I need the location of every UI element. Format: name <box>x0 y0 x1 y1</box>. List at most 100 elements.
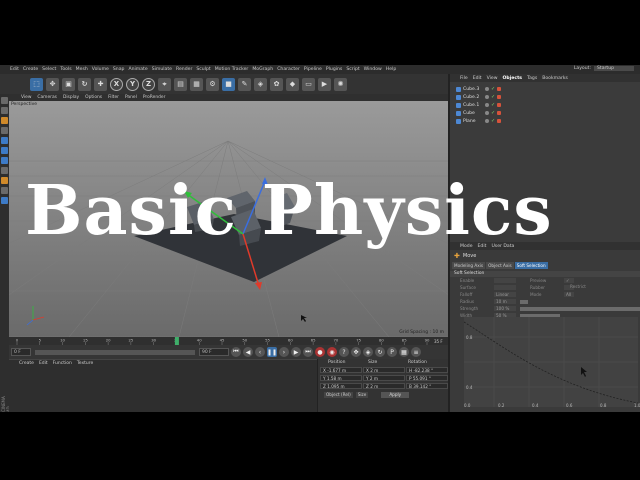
render-settings-icon[interactable]: ⚙ <box>206 77 219 91</box>
start-frame-field[interactable]: 0 F <box>11 348 31 356</box>
object-menu-view[interactable]: View <box>487 76 498 81</box>
falloff-graph[interactable]: 0.0 0.2 0.4 0.6 0.8 1.0 0.8 0.4 <box>463 317 640 408</box>
next-frame-icon[interactable]: › <box>279 347 289 357</box>
menu-mograph[interactable]: MoGraph <box>252 67 273 72</box>
enabled-check-icon[interactable]: ✓ <box>491 102 495 108</box>
edges-mode-icon[interactable] <box>1 147 8 154</box>
point-level-icon[interactable]: ▦ <box>399 347 409 357</box>
menu-script[interactable]: Script <box>346 67 359 72</box>
cube-primitive-icon[interactable]: ■ <box>222 77 235 91</box>
coord-pos-field[interactable]: Z 1.095 m <box>320 383 362 389</box>
size-mode-select[interactable]: Size <box>355 392 369 398</box>
menu-sculpt[interactable]: Sculpt <box>196 67 210 72</box>
enabled-check-icon[interactable]: ✓ <box>491 118 495 124</box>
attribute-field-2[interactable]: All <box>564 292 574 297</box>
move-tool-icon[interactable]: ✥ <box>46 77 59 91</box>
end-frame-field[interactable]: 90 F <box>199 348 229 356</box>
viewport-menu-filter[interactable]: Filter <box>108 95 119 100</box>
object-menu-file[interactable]: File <box>460 76 468 81</box>
menu-animate[interactable]: Animate <box>128 67 147 72</box>
menu-render[interactable]: Render <box>176 67 192 72</box>
keyframe-selection-icon[interactable]: ? <box>339 347 349 357</box>
goto-start-icon[interactable]: ⏮ <box>231 347 241 357</box>
apply-button[interactable]: Apply <box>381 392 410 398</box>
coord-rot-field[interactable]: H -82.238 ° <box>406 367 448 373</box>
visibility-dot-icon[interactable] <box>485 111 489 115</box>
viewport-menu-options[interactable]: Options <box>85 95 102 100</box>
coordinate-system-icon[interactable]: ⌖ <box>158 77 171 91</box>
axis-mode-icon[interactable] <box>1 167 8 174</box>
coord-rot-field[interactable]: P 55.091 ° <box>406 375 448 381</box>
snap-icon[interactable] <box>1 177 8 184</box>
object-menu-bookmarks[interactable]: Bookmarks <box>542 76 568 81</box>
timeline-ticks[interactable]: 05101520253035404550556065707580859035 F <box>9 337 448 345</box>
enabled-check-icon[interactable]: ✓ <box>491 86 495 92</box>
coord-size-field[interactable]: Y 2 m <box>363 375 405 381</box>
visibility-dot-icon[interactable] <box>485 95 489 99</box>
object-row-cube-3[interactable]: Cube.3 ✓ <box>450 85 640 93</box>
preview-range-slider[interactable] <box>35 349 195 355</box>
coord-pos-field[interactable]: Y 1.58 m <box>320 375 362 381</box>
render-picture-viewer-icon[interactable]: ▦ <box>190 77 203 91</box>
attribute-field[interactable] <box>494 285 516 290</box>
spline-pen-icon[interactable]: ✎ <box>238 77 251 91</box>
attribute-field[interactable] <box>494 278 516 283</box>
layout-selector[interactable]: Layout: Startup <box>574 66 634 71</box>
rigid-body-tag-icon[interactable] <box>497 87 502 91</box>
timeline-ruler[interactable]: 05101520253035404550556065707580859035 F <box>9 337 448 345</box>
menu-select[interactable]: Select <box>42 67 56 72</box>
deformer-icon[interactable]: ◆ <box>286 77 299 91</box>
coord-rot-field[interactable]: B 39.142 ° <box>406 383 448 389</box>
render-view-icon[interactable]: ▤ <box>174 77 187 91</box>
light-icon[interactable]: ✺ <box>334 77 347 91</box>
viewport-menu-cameras[interactable]: Cameras <box>37 95 57 100</box>
object-row-plane[interactable]: Plane ✓ <box>450 117 640 125</box>
goto-end-icon[interactable]: ⏭ <box>303 347 313 357</box>
scale-key-icon[interactable]: ◈ <box>363 347 373 357</box>
menu-plugins[interactable]: Plugins <box>326 67 342 72</box>
points-mode-icon[interactable] <box>1 137 8 144</box>
attribute-tab-soft-selection[interactable]: Soft Selection <box>514 262 548 269</box>
object-row-cube-1[interactable]: Cube.1 ✓ <box>450 101 640 109</box>
y-axis-toggle[interactable]: Y <box>126 77 139 91</box>
attribute-field[interactable]: Linear <box>494 292 516 297</box>
floor-icon[interactable]: ▭ <box>302 77 315 91</box>
coord-pos-field[interactable]: X -1.677 m <box>320 367 362 373</box>
menu-character[interactable]: Character <box>277 67 300 72</box>
viewport-menu-display[interactable]: Display <box>63 95 79 100</box>
object-row-cube-2[interactable]: Cube.2 ✓ <box>450 93 640 101</box>
menu-help[interactable]: Help <box>386 67 396 72</box>
lock-workplane-icon[interactable] <box>1 187 8 194</box>
record-keys-icon[interactable]: ● <box>315 347 325 357</box>
rigid-body-tag-icon[interactable] <box>497 95 502 99</box>
solo-mode-icon[interactable] <box>1 197 8 204</box>
attribute-tab-modeling-axis[interactable]: Modeling Axis <box>452 262 486 269</box>
subdivision-icon[interactable]: ◈ <box>254 77 267 91</box>
menu-tools[interactable]: Tools <box>60 67 71 72</box>
parameter-key-icon[interactable]: P <box>387 347 397 357</box>
visibility-dot-icon[interactable] <box>485 87 489 91</box>
menu-mesh[interactable]: Mesh <box>76 67 88 72</box>
autokey-icon[interactable]: ◉ <box>327 347 337 357</box>
material-menu-edit[interactable]: Edit <box>39 361 48 366</box>
polygons-mode-icon[interactable] <box>1 157 8 164</box>
rigid-body-tag-icon[interactable] <box>497 103 502 107</box>
menu-pipeline[interactable]: Pipeline <box>304 67 322 72</box>
timeline-playhead[interactable] <box>174 337 179 345</box>
menu-create[interactable]: Create <box>23 67 38 72</box>
next-key-icon[interactable]: ▶ <box>291 347 301 357</box>
menu-edit[interactable]: Edit <box>10 67 19 72</box>
attribute-slider[interactable] <box>520 306 640 311</box>
menu-motion-tracker[interactable]: Motion Tracker <box>215 67 249 72</box>
object-row-cube[interactable]: Cube ✓ <box>450 109 640 117</box>
enabled-check-icon[interactable]: ✓ <box>491 94 495 100</box>
rotate-tool-icon[interactable]: ↻ <box>78 77 91 91</box>
model-mode-icon[interactable] <box>1 107 8 114</box>
menu-simulate[interactable]: Simulate <box>152 67 172 72</box>
rigid-body-tag-icon[interactable] <box>497 119 502 123</box>
rotation-key-icon[interactable]: ↻ <box>375 347 385 357</box>
recent-tool-icon[interactable]: ✚ <box>94 77 107 91</box>
viewport-menu-view[interactable]: View <box>21 95 31 100</box>
material-menu-create[interactable]: Create <box>19 361 34 366</box>
x-axis-toggle[interactable]: X <box>110 77 123 91</box>
